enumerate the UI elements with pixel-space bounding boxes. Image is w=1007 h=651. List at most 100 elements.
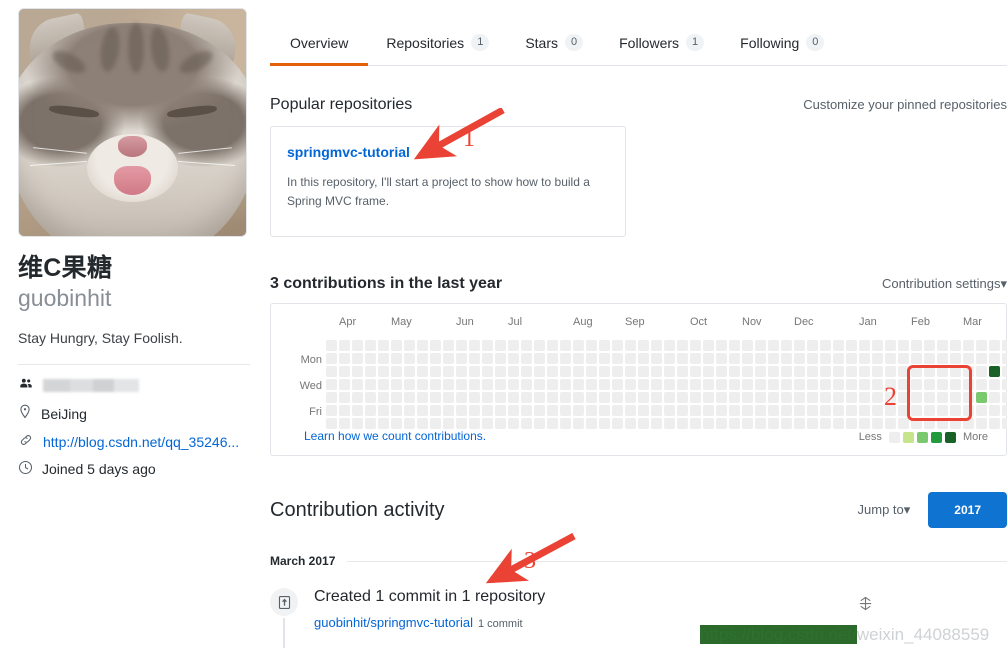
contribution-cell[interactable] xyxy=(508,405,519,416)
contribution-cell[interactable] xyxy=(443,392,454,403)
contribution-cell[interactable] xyxy=(456,418,467,429)
contribution-cell[interactable] xyxy=(417,392,428,403)
contribution-cell[interactable] xyxy=(820,405,831,416)
contribution-cell[interactable] xyxy=(326,405,337,416)
contribution-cell[interactable] xyxy=(820,366,831,377)
contribution-cell[interactable] xyxy=(794,405,805,416)
contribution-cell[interactable] xyxy=(430,340,441,351)
contribution-cell[interactable] xyxy=(469,418,480,429)
contribution-cell[interactable] xyxy=(443,353,454,364)
contribution-cell[interactable] xyxy=(1002,340,1007,351)
contribution-cell[interactable] xyxy=(703,392,714,403)
contribution-cell[interactable] xyxy=(742,418,753,429)
contribution-cell[interactable] xyxy=(820,379,831,390)
contribution-cell[interactable] xyxy=(833,353,844,364)
contribution-cell[interactable] xyxy=(417,405,428,416)
contribution-cell[interactable] xyxy=(339,340,350,351)
contribution-cell[interactable] xyxy=(911,353,922,364)
contribution-cell[interactable] xyxy=(378,366,389,377)
contribution-cell[interactable] xyxy=(560,353,571,364)
contribution-cell[interactable] xyxy=(846,392,857,403)
contribution-cell[interactable] xyxy=(560,418,571,429)
contribution-cell[interactable] xyxy=(664,418,675,429)
contribution-cell[interactable] xyxy=(794,379,805,390)
contribution-cell[interactable] xyxy=(924,353,935,364)
contribution-cell[interactable] xyxy=(677,405,688,416)
contribution-cell[interactable] xyxy=(638,353,649,364)
contribution-cell[interactable] xyxy=(417,340,428,351)
contribution-cell[interactable] xyxy=(443,379,454,390)
contribution-cell[interactable] xyxy=(586,379,597,390)
website-row[interactable]: http://blog.csdn.net/qq_35246... xyxy=(18,433,250,450)
contribution-cell[interactable] xyxy=(378,340,389,351)
contribution-cell[interactable] xyxy=(664,366,675,377)
contribution-cell[interactable] xyxy=(989,366,1000,377)
contribution-cell[interactable] xyxy=(820,418,831,429)
contribution-cell[interactable] xyxy=(586,418,597,429)
contribution-cell[interactable] xyxy=(352,353,363,364)
contribution-cell[interactable] xyxy=(378,379,389,390)
contribution-cell[interactable] xyxy=(1002,353,1007,364)
contribution-cell[interactable] xyxy=(781,366,792,377)
contribution-cell[interactable] xyxy=(976,340,987,351)
contribution-cell[interactable] xyxy=(963,340,974,351)
contribution-cell[interactable] xyxy=(417,353,428,364)
contribution-cell[interactable] xyxy=(768,340,779,351)
contribution-cell[interactable] xyxy=(690,418,701,429)
contribution-cell[interactable] xyxy=(690,340,701,351)
contribution-cell[interactable] xyxy=(469,392,480,403)
contribution-cell[interactable] xyxy=(534,353,545,364)
contribution-cell[interactable] xyxy=(599,340,610,351)
contribution-cell[interactable] xyxy=(365,405,376,416)
contribution-cell[interactable] xyxy=(638,340,649,351)
contribution-cell[interactable] xyxy=(664,379,675,390)
contribution-cell[interactable] xyxy=(859,366,870,377)
contribution-cell[interactable] xyxy=(521,353,532,364)
contribution-cell[interactable] xyxy=(989,405,1000,416)
contribution-cell[interactable] xyxy=(326,340,337,351)
contribution-cell[interactable] xyxy=(625,392,636,403)
contribution-cell[interactable] xyxy=(872,418,883,429)
contribution-cell[interactable] xyxy=(417,418,428,429)
contribution-cell[interactable] xyxy=(417,366,428,377)
contribution-cell[interactable] xyxy=(612,366,623,377)
contribution-cell[interactable] xyxy=(716,392,727,403)
contribution-cell[interactable] xyxy=(690,392,701,403)
contribution-cell[interactable] xyxy=(404,392,415,403)
contribution-cell[interactable] xyxy=(534,379,545,390)
contribution-cell[interactable] xyxy=(807,353,818,364)
contribution-cell[interactable] xyxy=(755,379,766,390)
contribution-cell[interactable] xyxy=(1002,379,1007,390)
contribution-cell[interactable] xyxy=(729,366,740,377)
contribution-cell[interactable] xyxy=(846,405,857,416)
contribution-cell[interactable] xyxy=(625,353,636,364)
contribution-cell[interactable] xyxy=(417,379,428,390)
contribution-cell[interactable] xyxy=(885,353,896,364)
contribution-cell[interactable] xyxy=(768,418,779,429)
contribution-cell[interactable] xyxy=(547,418,558,429)
contribution-cell[interactable] xyxy=(456,340,467,351)
contribution-cell[interactable] xyxy=(378,353,389,364)
contribution-cell[interactable] xyxy=(651,405,662,416)
contribution-cell[interactable] xyxy=(482,340,493,351)
contribution-cell[interactable] xyxy=(716,353,727,364)
contribution-cell[interactable] xyxy=(807,379,818,390)
contribution-cell[interactable] xyxy=(833,366,844,377)
contribution-cell[interactable] xyxy=(846,418,857,429)
contribution-cell[interactable] xyxy=(326,379,337,390)
customize-pinned-link[interactable]: Customize your pinned repositories xyxy=(803,97,1007,112)
contribution-cell[interactable] xyxy=(521,405,532,416)
contribution-cell[interactable] xyxy=(729,353,740,364)
contribution-cell[interactable] xyxy=(1002,392,1007,403)
contribution-cell[interactable] xyxy=(638,366,649,377)
contribution-cell[interactable] xyxy=(976,379,987,390)
contribution-cell[interactable] xyxy=(872,353,883,364)
contribution-cell[interactable] xyxy=(937,340,948,351)
contribution-cell[interactable] xyxy=(456,353,467,364)
contribution-cell[interactable] xyxy=(716,366,727,377)
contribution-cell[interactable] xyxy=(586,405,597,416)
contribution-cell[interactable] xyxy=(534,366,545,377)
contribution-cell[interactable] xyxy=(508,353,519,364)
contribution-cell[interactable] xyxy=(781,340,792,351)
contribution-cell[interactable] xyxy=(560,379,571,390)
